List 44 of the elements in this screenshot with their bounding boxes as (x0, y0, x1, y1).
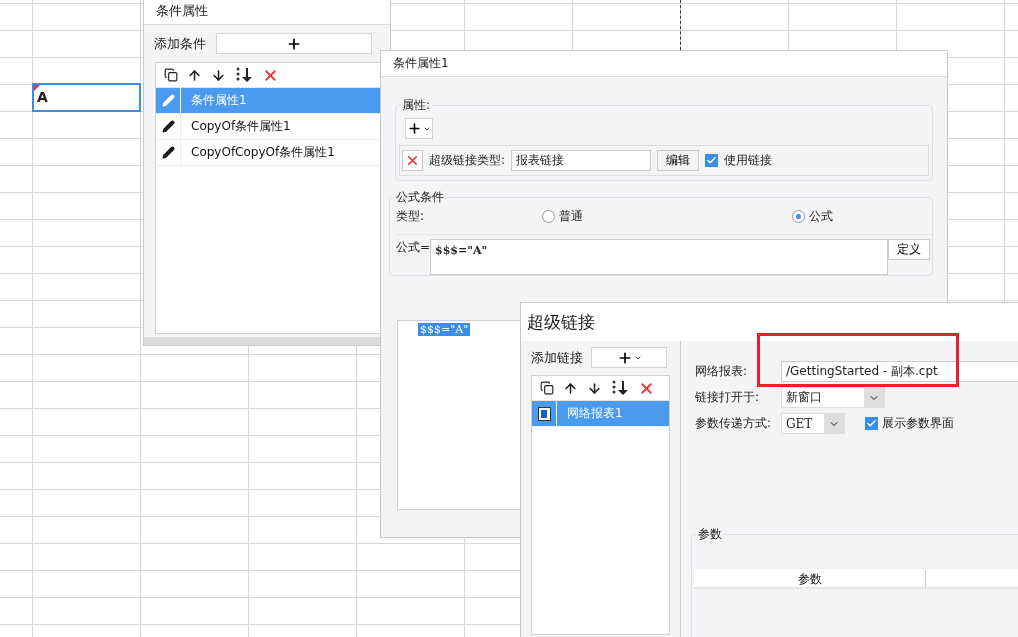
add-condition-label: 添加条件 (154, 34, 206, 53)
report-label: 网络报表: (695, 363, 749, 380)
copy-icon[interactable] (164, 68, 178, 82)
move-down-icon[interactable] (587, 380, 602, 396)
define-button[interactable]: 定义 (888, 239, 931, 260)
selected-cell[interactable]: A (32, 83, 141, 112)
dialog-title: 条件属性1 (381, 51, 947, 77)
dialog-title: 超级链接 (521, 303, 1018, 341)
plus-icon (407, 121, 422, 136)
move-bottom-icon[interactable] (611, 380, 629, 396)
remove-attribute-button[interactable] (402, 150, 423, 171)
panel-title: 条件属性 (144, 0, 390, 25)
move-bottom-icon[interactable] (235, 67, 253, 83)
show-params-label: 展示参数界面 (882, 415, 954, 432)
hyperlink-type-field[interactable]: 报表链接 (511, 150, 652, 171)
add-link-button[interactable] (591, 347, 667, 368)
param-method-select[interactable]: GET (781, 413, 845, 434)
use-link-checkbox[interactable] (705, 154, 719, 167)
copy-icon[interactable] (540, 381, 554, 395)
add-link-label: 添加链接 (531, 348, 583, 367)
type-radio[interactable] (792, 209, 805, 223)
use-link-label: 使用链接 (724, 152, 773, 169)
group-legend: 参数 (696, 526, 724, 543)
type-radio[interactable] (542, 209, 555, 223)
param-method-label: 参数传递方式: (695, 415, 773, 432)
report-path-field[interactable]: /GettingStarted - 副本.cpt (781, 361, 1018, 382)
move-up-icon[interactable] (563, 380, 578, 396)
column-header: 参数 (694, 570, 926, 587)
edit-button[interactable]: 编辑 (657, 150, 700, 171)
type-label: 类型: (396, 207, 426, 225)
close-icon (405, 153, 420, 168)
type-option-label: 公式 (809, 207, 833, 225)
group-legend: 属性: (400, 97, 433, 114)
formula-field[interactable]: $$$="A" (430, 239, 889, 275)
move-down-icon[interactable] (211, 67, 226, 83)
open-in-select[interactable]: 新窗口 (781, 387, 885, 408)
show-params-checkbox[interactable] (865, 417, 878, 430)
formula-label: 公式= (396, 239, 431, 256)
open-in-label: 链接打开于: (695, 389, 761, 406)
group-legend: 公式条件 (394, 189, 446, 206)
type-option-label: 普通 (559, 207, 583, 225)
move-up-icon[interactable] (187, 67, 202, 83)
hyperlink-type-label: 超级链接类型: (429, 152, 506, 169)
add-attribute-button[interactable] (405, 118, 433, 139)
